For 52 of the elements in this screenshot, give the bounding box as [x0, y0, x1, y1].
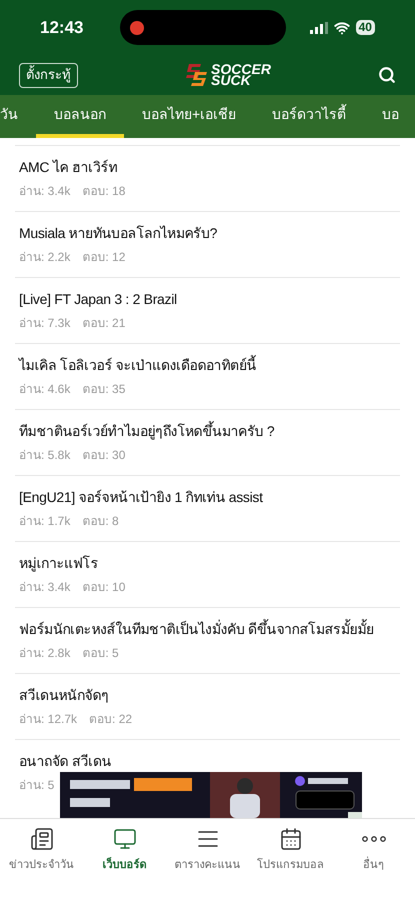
category-tab[interactable]: บอ [364, 95, 400, 138]
nav-item[interactable]: โปรแกรมบอล [249, 827, 332, 900]
logo-text: SOCCER [211, 64, 271, 75]
topic-stat: อ่าน: 1.7k [19, 513, 70, 530]
category-tab[interactable]: วัน [0, 95, 36, 138]
signal-icon [310, 22, 328, 34]
topic-stat: อ่าน: 12.7k [19, 711, 78, 728]
nav-item[interactable]: เว็บบอร์ด [83, 827, 166, 900]
topic-stat: อ่าน: 3.4k [19, 579, 70, 596]
topic-title[interactable]: ไมเคิล โอลิเวอร์ จะเป่าแดงเดือดอาทิตย์นี้ [19, 355, 256, 376]
topic-stat: ตอบ: 8 [82, 513, 119, 530]
nav-item[interactable]: ข่าวประจำวัน [0, 827, 83, 900]
search-icon[interactable] [378, 66, 396, 84]
topic-title[interactable]: AMC ไค ฮาเวิร์ท [19, 157, 117, 178]
topic-stat: อ่าน: 2.8k [19, 645, 70, 662]
topic-stat: ตอบ: 30 [82, 447, 126, 464]
topic-stat: อ่าน: 7.3k [19, 315, 70, 332]
topic-title[interactable]: สวีเดนหนักจัดๆ [19, 685, 109, 706]
topic-stat: ตอบ: 18 [82, 183, 126, 200]
wifi-icon [334, 20, 350, 36]
category-tab[interactable]: บอลนอก [36, 95, 124, 138]
topic-title[interactable]: ฟอร์มนักเตะหงส์ในทีมชาติเป็นไงมั่งคับ ดีขึ้นจากสโมสรมั้ยมั้ย [19, 619, 374, 640]
topic-stat: อ่าน: 4.6k [19, 381, 70, 398]
topic-stat: ตอบ: 22 [89, 711, 132, 728]
more-icon [362, 836, 386, 842]
new-topic-button[interactable]: ตั้งกระทู้ [19, 62, 78, 88]
topic-stat: อ่าน: 5 [19, 777, 54, 794]
nav-item[interactable]: อื่นๆ [332, 827, 415, 900]
monitor-icon [112, 827, 136, 851]
logo-mark-icon [185, 62, 210, 88]
topic-stat: อ่าน: 5.8k [19, 447, 70, 464]
newspaper-icon [30, 827, 54, 851]
topic-title[interactable]: อนาถจัด สวีเดน [19, 751, 112, 772]
topic-stat: ตอบ: 35 [82, 381, 126, 398]
clock: 12:43 [40, 16, 84, 39]
category-tab[interactable]: บอร์ดวาไรตี้ [254, 95, 364, 138]
topic-title[interactable]: [EngU21] จอร์จหน้าเป้ายิง 1 กิทเท่น assist [19, 487, 263, 508]
topic-stat: อ่าน: 2.2k [19, 249, 70, 266]
topic-stat: ตอบ: 5 [82, 645, 119, 662]
topic-stat: อ่าน: 3.4k [19, 183, 70, 200]
category-tab[interactable]: บอลไทย+เอเชีย [124, 95, 254, 138]
topic-title[interactable]: [Live] FT Japan 3 : 2 Brazil [19, 289, 177, 310]
topic-stat: ตอบ: 10 [82, 579, 126, 596]
topic-title[interactable]: หมู่เกาะแฟโร [19, 553, 98, 574]
logo-text: SUCK [211, 75, 252, 86]
topic-stat: ตอบ: 21 [82, 315, 126, 332]
nav-item[interactable]: ตารางคะแนน [166, 827, 249, 900]
calendar-icon [278, 827, 302, 851]
topic-stat: ตอบ: 12 [82, 249, 126, 266]
topic-title[interactable]: Musiala หายทันบอลโลกไหมครับ? [19, 223, 218, 244]
topic-title[interactable]: ทีมชาตินอร์เวย์ทำไมอยู่ๆถึงโหดขึ้นมาครับ ? [19, 421, 274, 442]
battery-icon: 40 [356, 20, 375, 35]
